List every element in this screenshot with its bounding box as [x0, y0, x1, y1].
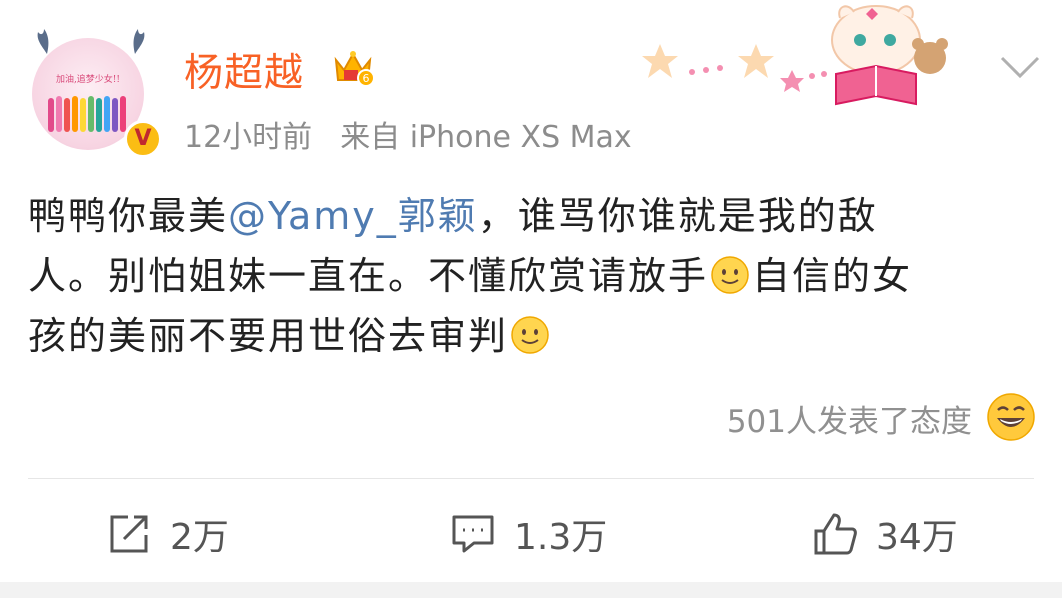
- repost-count: 2万: [170, 517, 229, 558]
- post-source: 来自 iPhone XS Max: [340, 120, 632, 155]
- content-text: 自信的女: [752, 254, 913, 298]
- author-name[interactable]: 杨超越: [184, 42, 304, 98]
- avatar[interactable]: 加油,追梦少女!! V: [28, 24, 162, 158]
- svg-text:6: 6: [363, 72, 370, 85]
- card-separator: [0, 582, 1062, 598]
- like-icon: [814, 513, 857, 555]
- comment-icon: [452, 515, 494, 553]
- post-meta: 12小时前 来自 iPhone XS Max: [184, 112, 632, 156]
- divider: [28, 478, 1034, 479]
- comment-button[interactable]: 1.3万: [450, 506, 607, 562]
- post-time: 12小时前: [184, 120, 313, 155]
- content-text: 孩的美丽不要用世俗去审判: [28, 314, 509, 358]
- weibo-post-card: 加油,追梦少女!! V 杨超越 6 12小时前 来自 iPhone XS Max…: [0, 0, 1062, 582]
- repost-icon: [110, 515, 148, 553]
- laugh-emoji-icon[interactable]: [986, 392, 1036, 442]
- verified-badge: V: [124, 120, 162, 158]
- chevron-down-icon[interactable]: [998, 52, 1042, 82]
- content-text: ，谁骂你谁就是我的敌: [477, 194, 878, 238]
- avatar-banner-text: 加油,追梦少女!!: [55, 75, 121, 85]
- vip-crown-icon[interactable]: 6: [330, 46, 376, 88]
- content-text: 人。别怕姐妹一直在。不懂欣赏请放手: [28, 254, 709, 298]
- repost-button[interactable]: 2万: [106, 506, 229, 562]
- smile-emoji-icon: [511, 316, 549, 354]
- mention-link[interactable]: @Yamy_郭颖: [228, 194, 478, 238]
- avatar-crowd-image: [48, 96, 126, 132]
- post-content: 鸭鸭你最美@Yamy_郭颖，谁骂你谁就是我的敌 人。别怕姐妹一直在。不懂欣赏请放…: [28, 186, 1038, 366]
- card-decoration-image: [642, 5, 948, 106]
- reaction-summary[interactable]: 501人发表了态度: [727, 396, 972, 441]
- smile-emoji-icon: [711, 256, 749, 294]
- like-button[interactable]: 34万: [812, 506, 958, 562]
- content-text: 鸭鸭你最美: [28, 194, 229, 238]
- comment-count: 1.3万: [514, 517, 608, 558]
- like-count: 34万: [876, 517, 958, 558]
